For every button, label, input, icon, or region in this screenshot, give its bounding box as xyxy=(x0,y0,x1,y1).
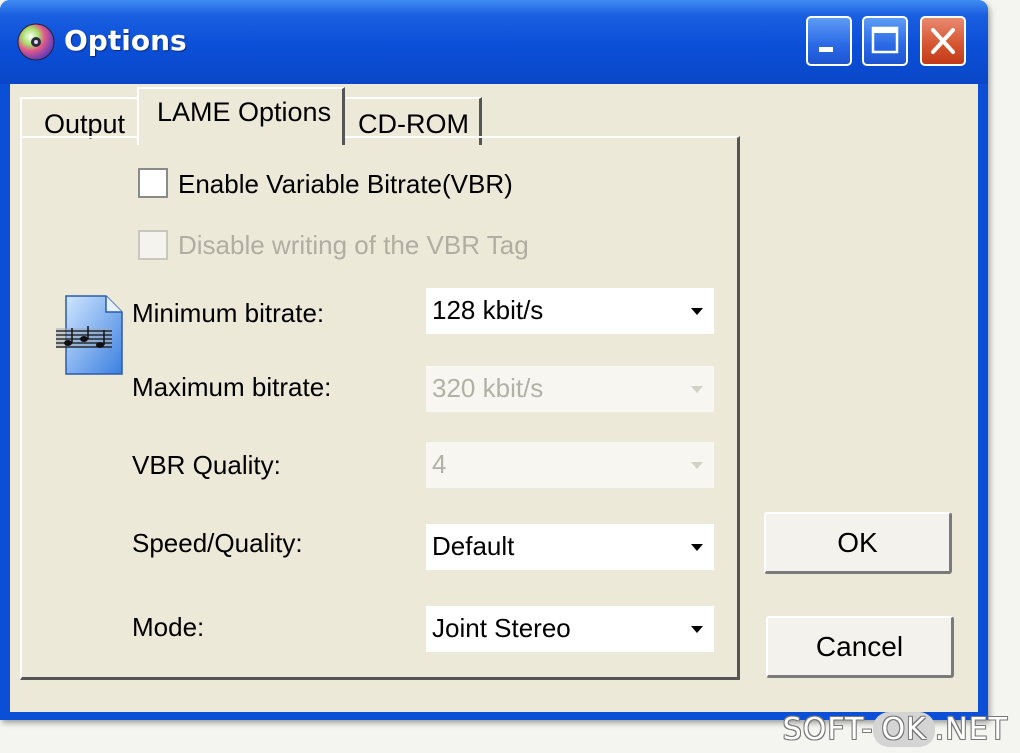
watermark-right: .NET xyxy=(934,712,1008,747)
watermark: SOFT- OK .NET xyxy=(783,712,1008,747)
watermark-middle: OK xyxy=(873,712,935,747)
ok-button[interactable]: OK xyxy=(764,512,952,574)
minimize-button[interactable] xyxy=(806,16,852,66)
app-disc-icon xyxy=(17,23,55,61)
maximum-bitrate-value: 320 kbit/s xyxy=(432,373,544,403)
mode-label: Mode: xyxy=(132,612,205,642)
watermark-left: SOFT- xyxy=(782,712,874,747)
options-window: Options Output LAME Options CD-ROM Enabl… xyxy=(0,0,988,720)
tab-lame-options[interactable]: LAME Options xyxy=(137,87,345,145)
maximize-icon xyxy=(871,26,899,54)
disable-vbr-tag-checkbox[interactable] xyxy=(138,230,168,260)
vbr-quality-value: 4 xyxy=(432,449,447,479)
cancel-button[interactable]: Cancel xyxy=(766,616,954,678)
minimum-bitrate-label: Minimum bitrate: xyxy=(132,298,325,328)
close-icon xyxy=(931,28,955,54)
dropdown-arrow-icon[interactable] xyxy=(682,608,712,648)
minimum-bitrate-value: 128 kbit/s xyxy=(432,295,544,325)
enable-vbr-checkbox[interactable] xyxy=(138,168,168,198)
vbr-quality-select[interactable]: 4 xyxy=(426,442,714,488)
disable-vbr-tag-label: Disable writing of the VBR Tag xyxy=(178,230,529,260)
dropdown-arrow-icon[interactable] xyxy=(682,290,712,330)
window-title: Options xyxy=(64,24,187,57)
dropdown-arrow-icon[interactable] xyxy=(682,526,712,566)
minimize-icon xyxy=(819,47,833,52)
dialog-client-area: Output LAME Options CD-ROM Enable Variab… xyxy=(10,84,978,712)
mode-value: Joint Stereo xyxy=(432,613,571,643)
maximum-bitrate-select[interactable]: 320 kbit/s xyxy=(426,366,714,412)
dropdown-arrow-icon[interactable] xyxy=(682,444,712,484)
maximize-button[interactable] xyxy=(862,16,908,66)
speed-quality-label: Speed/Quality: xyxy=(132,528,303,558)
tab-lame-options-label: LAME Options xyxy=(157,97,332,127)
maximum-bitrate-label: Maximum bitrate: xyxy=(132,372,332,402)
vbr-quality-label: VBR Quality: xyxy=(132,450,281,480)
lame-options-panel: Enable Variable Bitrate(VBR) Disable wri… xyxy=(20,136,740,680)
speed-quality-value: Default xyxy=(432,531,515,561)
title-bar[interactable]: Options xyxy=(0,0,988,84)
speed-quality-select[interactable]: Default xyxy=(426,524,714,570)
minimum-bitrate-select[interactable]: 128 kbit/s xyxy=(426,288,714,334)
enable-vbr-label[interactable]: Enable Variable Bitrate(VBR) xyxy=(178,169,513,200)
close-button[interactable] xyxy=(920,16,966,66)
audio-file-icon xyxy=(56,295,123,375)
dropdown-arrow-icon[interactable] xyxy=(682,368,712,408)
mode-select[interactable]: Joint Stereo xyxy=(426,606,714,652)
